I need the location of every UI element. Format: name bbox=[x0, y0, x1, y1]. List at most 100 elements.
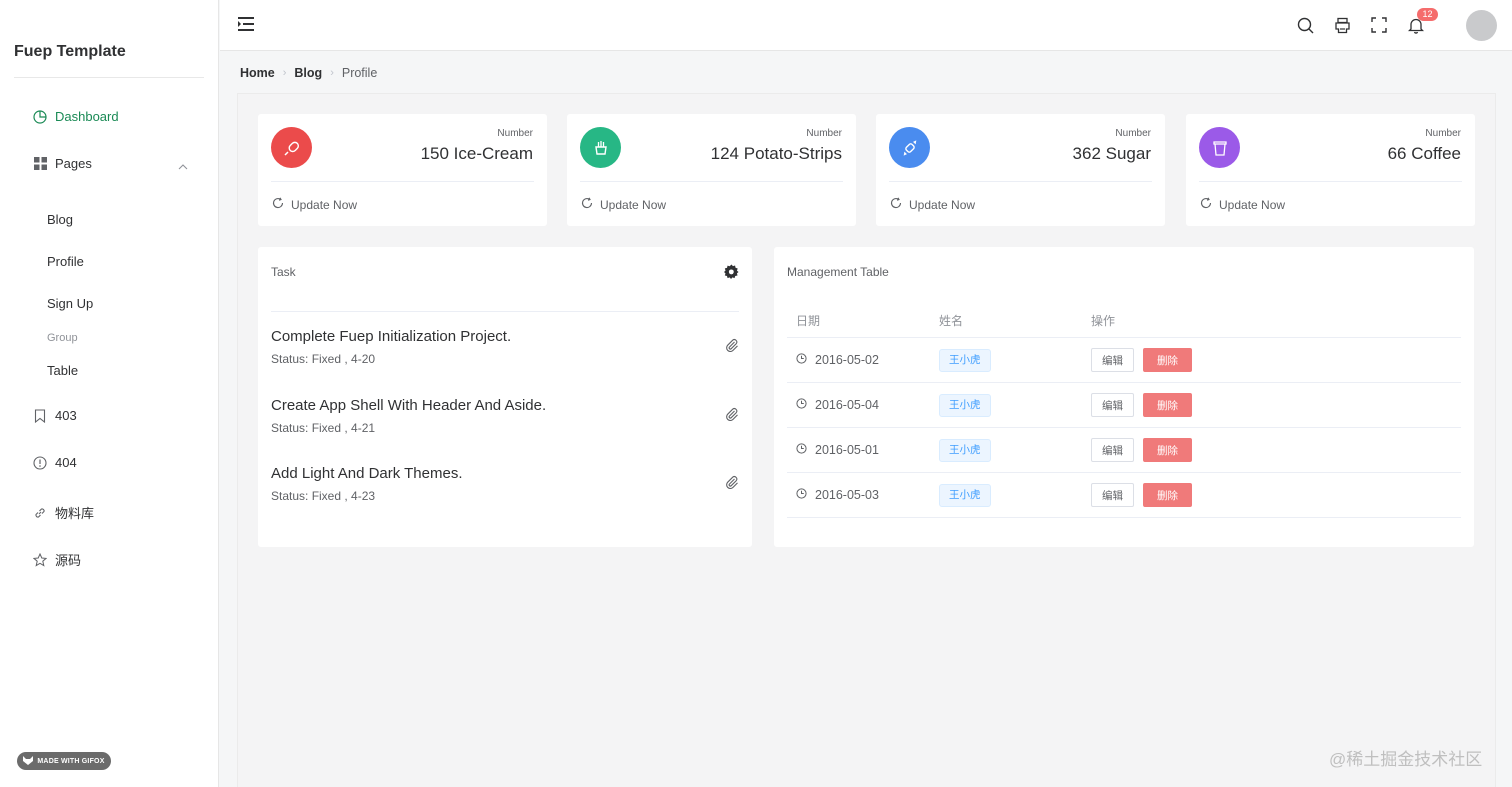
stat-divider bbox=[889, 181, 1152, 182]
name-tag: 王小虎 bbox=[939, 348, 991, 372]
table-panel-title: Management Table bbox=[787, 265, 889, 279]
stat-card-ice-cream: Number 150 Ice-Cream Update Now bbox=[258, 114, 547, 226]
gifox-label: MADE WITH GIFOX bbox=[37, 757, 105, 765]
update-now-label: Update Now bbox=[291, 197, 358, 212]
task-item: Add Light And Dark Themes. Status: Fixed… bbox=[271, 465, 739, 525]
candy-icon bbox=[889, 127, 930, 168]
sidebar-item-404[interactable]: 404 bbox=[33, 455, 77, 470]
edit-button[interactable]: 编辑 bbox=[1091, 348, 1134, 372]
name-tag: 王小虎 bbox=[939, 393, 991, 417]
refresh-icon bbox=[581, 197, 593, 212]
refresh-icon bbox=[1200, 197, 1212, 212]
sidebar-item-label: 物料库 bbox=[55, 506, 95, 521]
task-divider bbox=[271, 311, 739, 312]
task-status: Status: Fixed , 4-20 bbox=[271, 352, 376, 366]
sidebar-item-label: 404 bbox=[55, 455, 77, 470]
table-header: 日期 姓名 操作 bbox=[787, 304, 1461, 338]
sidebar-item-label: 源码 bbox=[55, 553, 82, 568]
task-panel-title: Task bbox=[271, 265, 296, 279]
stat-value: 66 Coffee bbox=[1387, 144, 1461, 163]
stat-value: 362 Sugar bbox=[1072, 144, 1151, 163]
breadcrumb-home[interactable]: Home bbox=[240, 66, 275, 80]
task-panel: Task Complete Fuep Initialization Projec… bbox=[258, 247, 752, 547]
app-title: Fuep Template bbox=[14, 43, 126, 60]
edit-button[interactable]: 编辑 bbox=[1091, 393, 1134, 417]
avatar[interactable] bbox=[1466, 10, 1497, 41]
management-table-panel: Management Table 日期 姓名 操作 2016-05-02 王小虎… bbox=[774, 247, 1474, 547]
chevron-up-icon[interactable] bbox=[178, 157, 188, 175]
stat-label: Number bbox=[1115, 128, 1151, 139]
update-now-button[interactable]: Update Now bbox=[890, 197, 975, 212]
warning-circle-icon bbox=[33, 455, 47, 470]
search-icon[interactable] bbox=[1295, 15, 1315, 35]
stat-label: Number bbox=[497, 128, 533, 139]
task-status: Status: Fixed , 4-23 bbox=[271, 489, 376, 503]
watermark: @稀土掘金技术社区 bbox=[1329, 750, 1483, 769]
sidebar-item-403[interactable]: 403 bbox=[33, 408, 77, 423]
sidebar-item-blog[interactable]: Blog bbox=[47, 212, 73, 227]
delete-button[interactable]: 删除 bbox=[1143, 393, 1192, 417]
update-now-button[interactable]: Update Now bbox=[272, 197, 357, 212]
task-item: Create App Shell With Header And Aside. … bbox=[271, 397, 739, 457]
stat-value: 150 Ice-Cream bbox=[420, 144, 533, 163]
gifox-badge: MADE WITH GIFOX bbox=[17, 752, 111, 770]
fullscreen-icon[interactable] bbox=[1369, 15, 1389, 35]
delete-button[interactable]: 删除 bbox=[1143, 438, 1192, 462]
stat-card-potato-strips: Number 124 Potato-Strips Update Now bbox=[567, 114, 856, 226]
breadcrumb: Home › Blog › Profile bbox=[240, 66, 377, 80]
sidebar-item-label: 403 bbox=[55, 408, 77, 423]
ice-cream-icon bbox=[271, 127, 312, 168]
task-status: Status: Fixed , 4-21 bbox=[271, 421, 376, 435]
clock-icon bbox=[796, 488, 807, 502]
sidebar-item-profile[interactable]: Profile bbox=[47, 254, 84, 269]
stat-divider bbox=[580, 181, 843, 182]
row-date: 2016-05-02 bbox=[815, 353, 879, 367]
gear-icon[interactable] bbox=[724, 264, 739, 284]
refresh-icon bbox=[272, 197, 284, 212]
sidebar-item-dashboard[interactable]: Dashboard bbox=[33, 109, 119, 124]
fox-icon bbox=[23, 755, 34, 767]
sidebar-item-table[interactable]: Table bbox=[47, 363, 78, 378]
update-now-label: Update Now bbox=[1219, 197, 1286, 212]
clock-icon bbox=[796, 443, 807, 457]
breadcrumb-profile: Profile bbox=[341, 66, 378, 80]
update-now-label: Update Now bbox=[909, 197, 976, 212]
table-row: 2016-05-01 王小虎 编辑 删除 bbox=[787, 428, 1461, 473]
bookmark-icon bbox=[33, 408, 47, 423]
stat-divider bbox=[271, 181, 534, 182]
paperclip-icon[interactable] bbox=[725, 475, 739, 494]
paperclip-icon[interactable] bbox=[725, 338, 739, 357]
clock-icon bbox=[796, 398, 807, 412]
sidebar-item-label: Dashboard bbox=[55, 109, 119, 124]
breadcrumb-blog[interactable]: Blog bbox=[294, 66, 322, 80]
sidebar-item-materials[interactable]: 物料库 bbox=[33, 503, 94, 522]
delete-button[interactable]: 删除 bbox=[1143, 483, 1192, 507]
task-title: Add Light And Dark Themes. bbox=[271, 465, 463, 482]
paperclip-icon[interactable] bbox=[725, 407, 739, 426]
sidebar-item-pages[interactable]: Pages bbox=[33, 156, 92, 171]
link-icon bbox=[33, 506, 47, 520]
row-date: 2016-05-03 bbox=[815, 488, 879, 502]
top-header bbox=[220, 0, 1512, 51]
edit-button[interactable]: 编辑 bbox=[1091, 438, 1134, 462]
name-tag: 王小虎 bbox=[939, 483, 991, 507]
delete-button[interactable]: 删除 bbox=[1143, 348, 1192, 372]
sidebar-group-label: Group bbox=[47, 332, 78, 344]
breadcrumb-separator-icon: › bbox=[330, 67, 334, 79]
sidebar-item-source[interactable]: 源码 bbox=[33, 550, 81, 569]
task-title: Complete Fuep Initialization Project. bbox=[271, 328, 512, 345]
clock-icon bbox=[796, 353, 807, 367]
sidebar-item-sign-up[interactable]: Sign Up bbox=[47, 296, 93, 311]
edit-button[interactable]: 编辑 bbox=[1091, 483, 1134, 507]
coffee-cup-icon bbox=[1199, 127, 1240, 168]
menu-toggle-icon[interactable] bbox=[238, 17, 254, 36]
update-now-button[interactable]: Update Now bbox=[1200, 197, 1285, 212]
sidebar-item-label: Pages bbox=[55, 156, 92, 171]
management-table: 日期 姓名 操作 2016-05-02 王小虎 编辑 删除 2016-05-04 … bbox=[787, 304, 1461, 518]
update-now-button[interactable]: Update Now bbox=[581, 197, 666, 212]
star-icon bbox=[33, 552, 47, 567]
printer-icon[interactable] bbox=[1332, 15, 1352, 35]
row-date: 2016-05-01 bbox=[815, 443, 879, 457]
table-row: 2016-05-02 王小虎 编辑 删除 bbox=[787, 338, 1461, 383]
clock-pie-icon bbox=[33, 109, 47, 124]
